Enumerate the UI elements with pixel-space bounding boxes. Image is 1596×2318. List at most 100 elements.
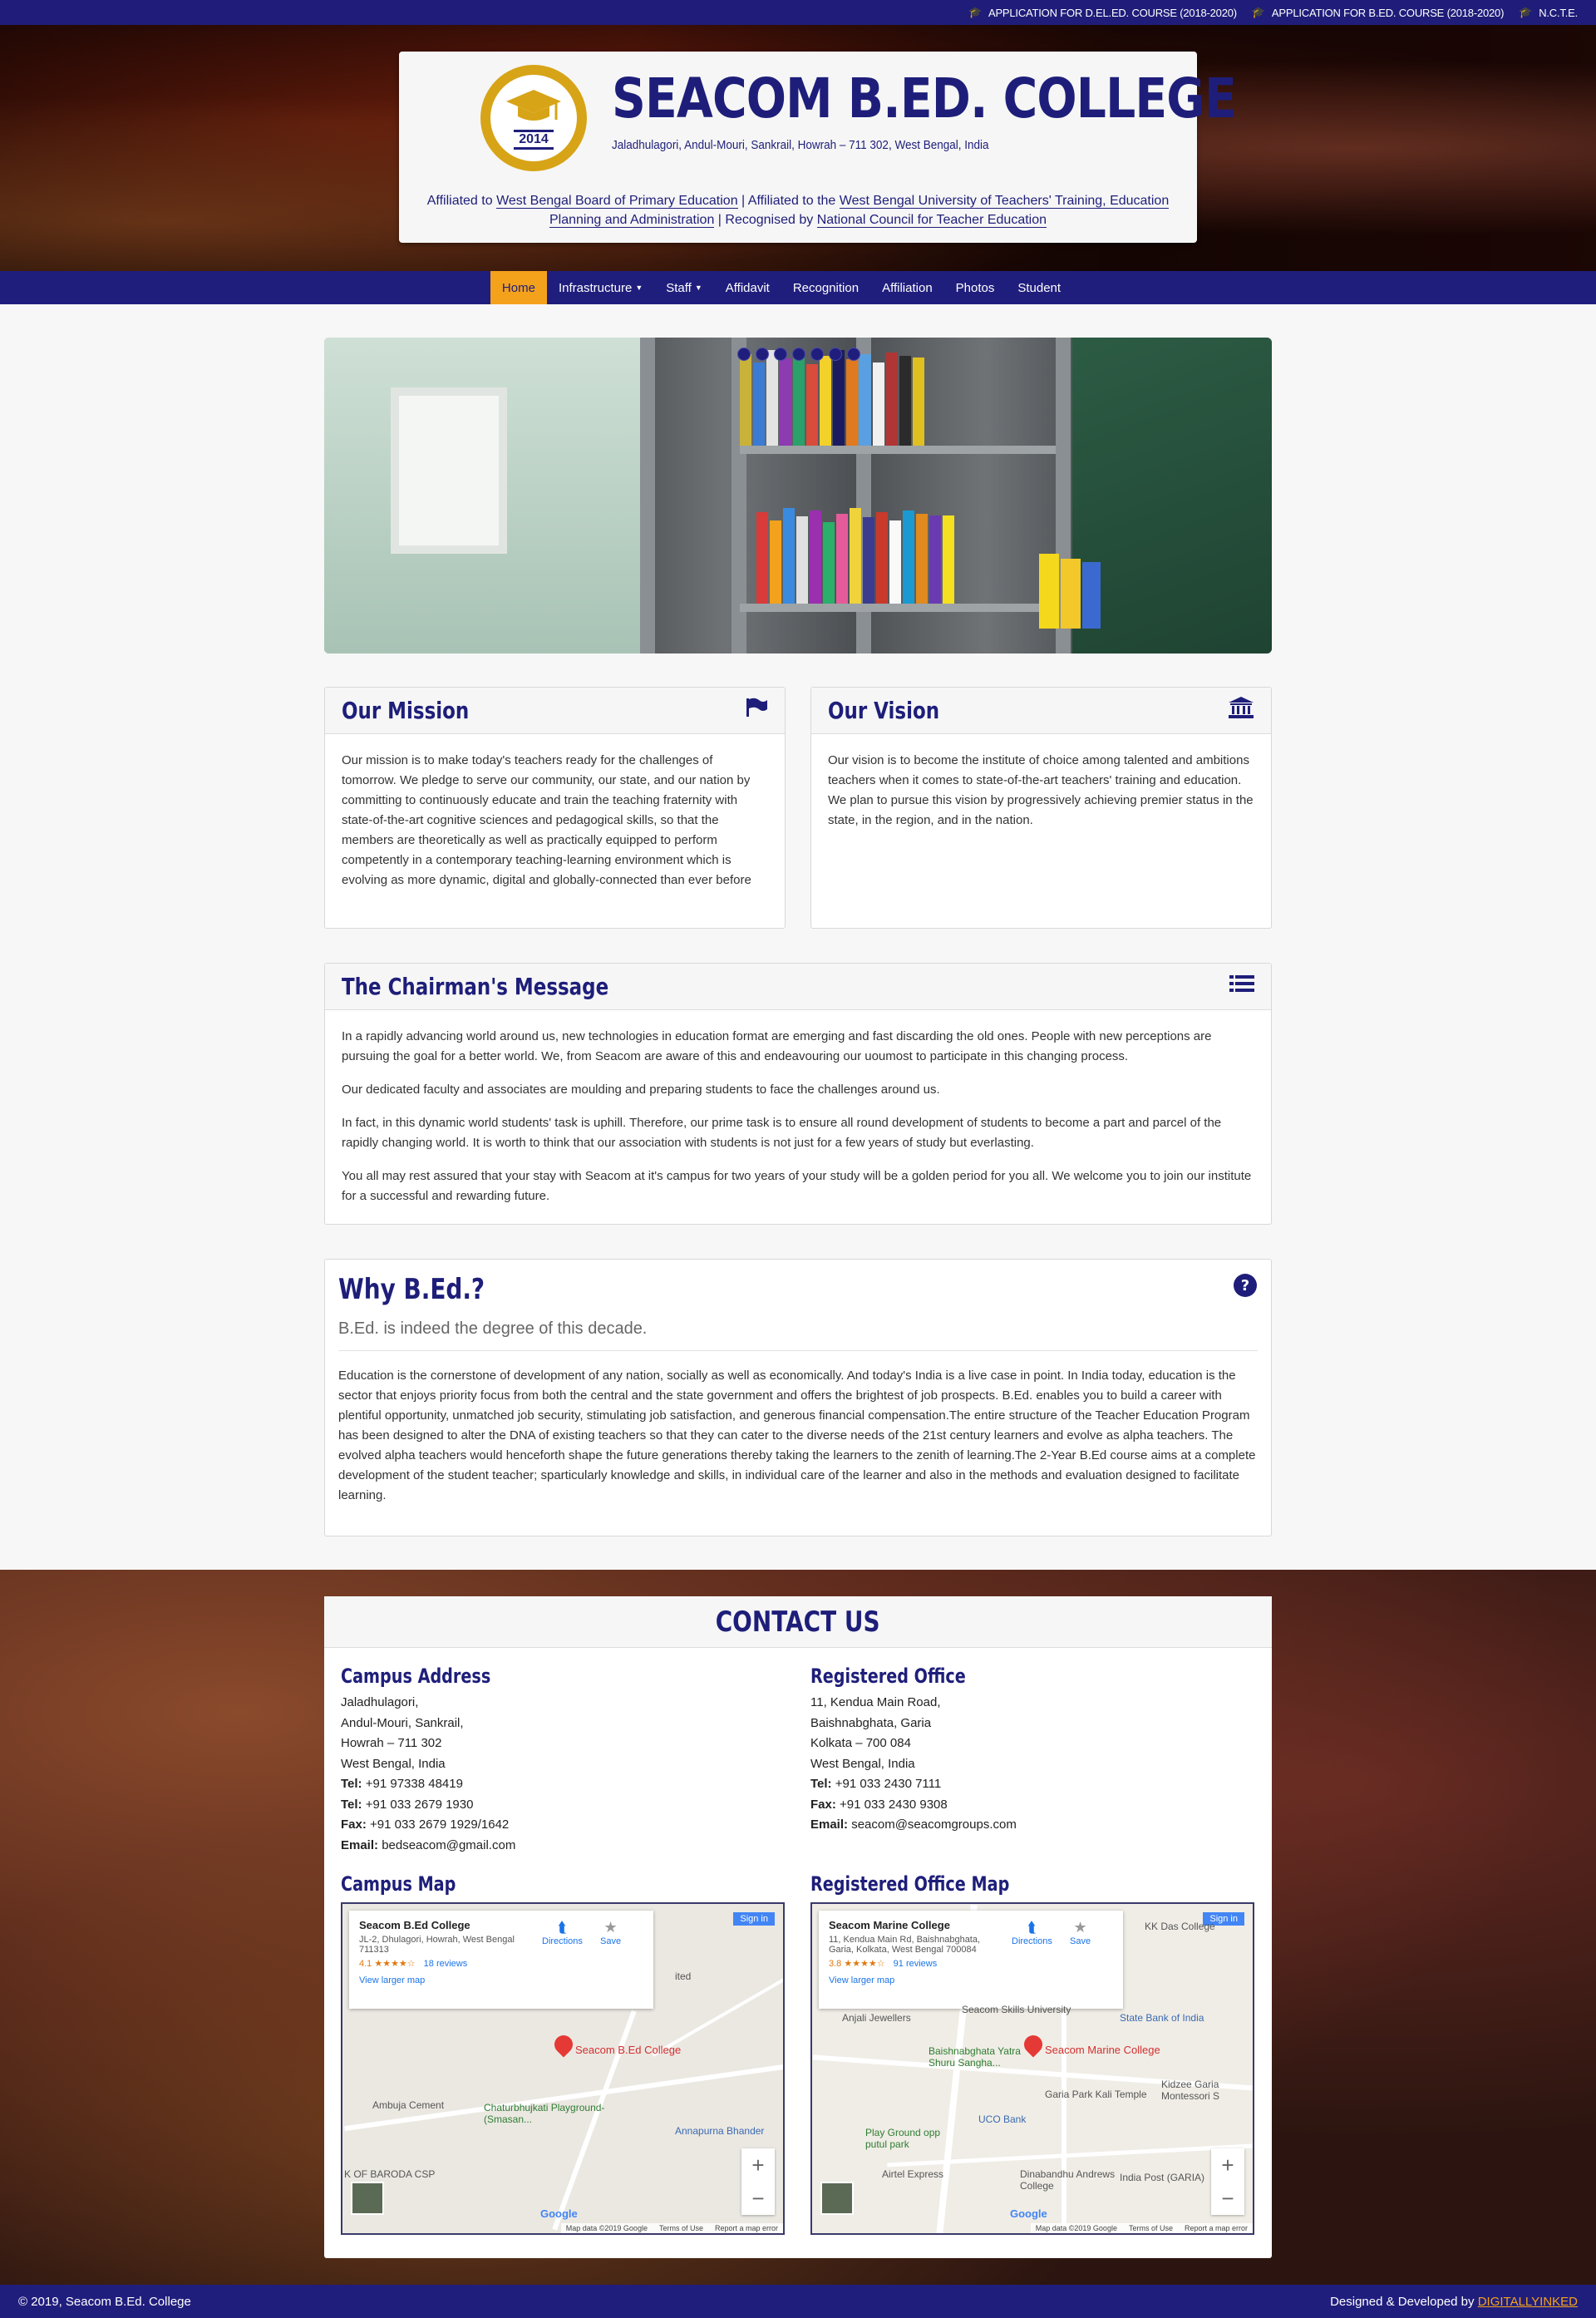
slide-window bbox=[391, 387, 507, 554]
campus-phone-2[interactable]: +91 033 2679 1930 bbox=[366, 1798, 474, 1812]
report-map-error-link[interactable]: Report a map error bbox=[1185, 2224, 1248, 2232]
chairman-paragraph: You all may rest assured that your stay … bbox=[342, 1169, 1252, 1203]
nav-affidavit[interactable]: Affidavit bbox=[714, 271, 781, 304]
office-phone[interactable]: +91 033 2430 7111 bbox=[835, 1777, 942, 1791]
slider-dot[interactable] bbox=[810, 348, 824, 361]
map-reviews-link[interactable]: 18 reviews bbox=[424, 1959, 468, 1969]
slider-dot[interactable] bbox=[774, 348, 787, 361]
zoom-out-icon[interactable]: − bbox=[1221, 2186, 1234, 2212]
slider-dot[interactable] bbox=[829, 348, 842, 361]
map-reviews-link[interactable]: 91 reviews bbox=[894, 1959, 938, 1969]
slider-dot[interactable] bbox=[737, 348, 751, 361]
book-row-right bbox=[1039, 529, 1102, 629]
chairman-paragraph: In fact, in this dynamic world students'… bbox=[342, 1116, 1222, 1150]
question-circle-icon: ? bbox=[1233, 1273, 1258, 1302]
list-icon bbox=[1229, 974, 1254, 999]
zoom-out-icon[interactable]: − bbox=[751, 2186, 764, 2212]
main-nav: Home Infrastructure ▼ Staff ▼ Affidavit Re… bbox=[0, 271, 1596, 304]
bed-application-link[interactable]: 🎓 APPLICATION FOR B.ED. COURSE (2018-2020… bbox=[1252, 6, 1504, 19]
campus-fax: +91 033 2679 1929/1642 bbox=[370, 1817, 510, 1832]
star-icon: ★ bbox=[1073, 1919, 1087, 1936]
contact-title: CONTACT US bbox=[716, 1605, 880, 1639]
campus-email[interactable]: bedseacom@gmail.com bbox=[382, 1838, 515, 1852]
deled-application-link[interactable]: 🎓 APPLICATION FOR D.EL.ED. COURSE (2018-2… bbox=[968, 6, 1237, 19]
book-row-top bbox=[740, 346, 926, 446]
nav-recognition[interactable]: Recognition bbox=[781, 271, 870, 304]
view-larger-map-link[interactable]: View larger map bbox=[359, 1975, 643, 1985]
save-button[interactable]: ★ Save bbox=[1070, 1919, 1091, 1946]
report-map-error-link[interactable]: Report a map error bbox=[715, 2224, 778, 2232]
image-slider[interactable] bbox=[324, 338, 1272, 653]
campus-map[interactable]: Seacom B.Ed College JL-2, Dhulagori, How… bbox=[341, 1902, 785, 2235]
contact-card: CONTACT US Campus Address Jaladhulagori,… bbox=[324, 1596, 1272, 2258]
directions-button[interactable]: ⮬ Directions bbox=[542, 1919, 583, 1946]
nav-affiliation[interactable]: Affiliation bbox=[870, 271, 944, 304]
graduation-cap-icon: 🎓 bbox=[1251, 6, 1265, 18]
view-larger-map-link[interactable]: View larger map bbox=[829, 1975, 1113, 1985]
college-address: Jaladhulagori, Andul-Mouri, Sankrail, Ho… bbox=[612, 138, 989, 152]
registered-office-title: Registered Office bbox=[810, 1665, 966, 1688]
flag-icon bbox=[745, 697, 768, 724]
nav-staff[interactable]: Staff ▼ bbox=[654, 271, 714, 304]
map-pin-icon[interactable] bbox=[550, 2031, 577, 2058]
ncte-link[interactable]: 🎓 N.C.T.E. bbox=[1519, 6, 1578, 19]
zoom-in-icon[interactable]: + bbox=[1221, 2153, 1234, 2178]
developer-link[interactable]: DIGITALLYINKED bbox=[1478, 2295, 1578, 2309]
vision-text: Our vision is to become the institute of… bbox=[828, 753, 1254, 827]
campus-address-title: Campus Address bbox=[341, 1665, 491, 1688]
terms-link[interactable]: Terms of Use bbox=[659, 2224, 703, 2232]
satellite-toggle[interactable] bbox=[820, 2182, 854, 2215]
mission-panel: Our Mission Our mission is to make today… bbox=[324, 687, 786, 929]
campus-phone-1[interactable]: +91 97338 48419 bbox=[366, 1777, 463, 1791]
google-logo: Google bbox=[1010, 2207, 1047, 2220]
registered-office: Registered Office 11, Kendua Main Road, … bbox=[810, 1665, 1254, 1901]
why-bed-subtitle: B.Ed. is indeed the degree of this decad… bbox=[338, 1319, 1258, 1351]
chairman-paragraph: Our dedicated faculty and associates are… bbox=[342, 1083, 940, 1097]
office-map[interactable]: Seacom Marine College 11, Kendua Main Rd… bbox=[810, 1902, 1254, 2235]
office-email[interactable]: seacom@seacomgroups.com bbox=[851, 1817, 1017, 1832]
copyright-text: © 2019, Seacom B.Ed. College bbox=[18, 2294, 191, 2309]
affiliation-text: Affiliated to West Bengal Board of Prima… bbox=[426, 194, 1170, 228]
why-bed-text: Education is the cornerstone of developm… bbox=[338, 1369, 1256, 1502]
chairman-panel: The Chairman's Message In a rapidly adva… bbox=[324, 963, 1272, 1225]
header-card: 2014 SEACOM B.ED. COLLEGE Jaladhulagori,… bbox=[399, 52, 1237, 243]
ncte-council-link[interactable]: National Council for Teacher Education bbox=[816, 213, 1047, 228]
office-map-title: Registered Office Map bbox=[810, 1872, 1010, 1896]
footer: © 2019, Seacom B.Ed. College Designed & … bbox=[0, 2285, 1596, 2318]
mission-title: Our Mission bbox=[342, 697, 470, 724]
logo-year: 2014 bbox=[514, 130, 554, 150]
why-bed-title: Why B.Ed.? bbox=[338, 1273, 485, 1306]
nav-student[interactable]: Student bbox=[1006, 271, 1072, 304]
vision-title: Our Vision bbox=[828, 697, 940, 724]
map-zoom-control[interactable]: + − bbox=[1211, 2148, 1244, 2215]
terms-link[interactable]: Terms of Use bbox=[1129, 2224, 1173, 2232]
directions-button[interactable]: ⮬ Directions bbox=[1012, 1919, 1052, 1946]
slider-dot[interactable] bbox=[847, 348, 860, 361]
caret-down-icon: ▼ bbox=[694, 284, 702, 292]
save-button[interactable]: ★ Save bbox=[600, 1919, 621, 1946]
map-sign-in-button[interactable]: Sign in bbox=[733, 1912, 775, 1926]
top-bar: 🎓 APPLICATION FOR D.EL.ED. COURSE (2018-2… bbox=[0, 0, 1596, 25]
institution-icon bbox=[1228, 696, 1254, 725]
college-name: SEACOM B.ED. COLLEGE bbox=[612, 67, 1237, 131]
nav-home[interactable]: Home bbox=[490, 271, 547, 304]
book-row-bottom bbox=[756, 504, 956, 604]
map-zoom-control[interactable]: + − bbox=[741, 2148, 775, 2215]
college-logo[interactable]: 2014 bbox=[480, 65, 587, 171]
slider-dot[interactable] bbox=[756, 348, 769, 361]
directions-icon: ⮬ bbox=[1027, 1919, 1037, 1936]
map-place-card: Seacom B.Ed College JL-2, Dhulagori, How… bbox=[349, 1911, 653, 2009]
vision-panel: Our Vision Our vision is to become the i… bbox=[810, 687, 1272, 929]
slider-dot[interactable] bbox=[792, 348, 805, 361]
directions-icon: ⮬ bbox=[558, 1919, 567, 1936]
wbbpe-link[interactable]: West Bengal Board of Primary Education bbox=[496, 194, 738, 209]
satellite-toggle[interactable] bbox=[351, 2182, 384, 2215]
zoom-in-icon[interactable]: + bbox=[751, 2153, 764, 2178]
graduation-cap-icon: 🎓 bbox=[1519, 6, 1533, 18]
nav-infrastructure[interactable]: Infrastructure ▼ bbox=[547, 271, 654, 304]
mortarboard-icon bbox=[506, 90, 561, 121]
nav-photos[interactable]: Photos bbox=[944, 271, 1007, 304]
office-fax: +91 033 2430 9308 bbox=[840, 1797, 948, 1812]
mission-text: Our mission is to make today's teachers … bbox=[342, 753, 751, 887]
map-place-card: Seacom Marine College 11, Kendua Main Rd… bbox=[819, 1911, 1123, 2009]
